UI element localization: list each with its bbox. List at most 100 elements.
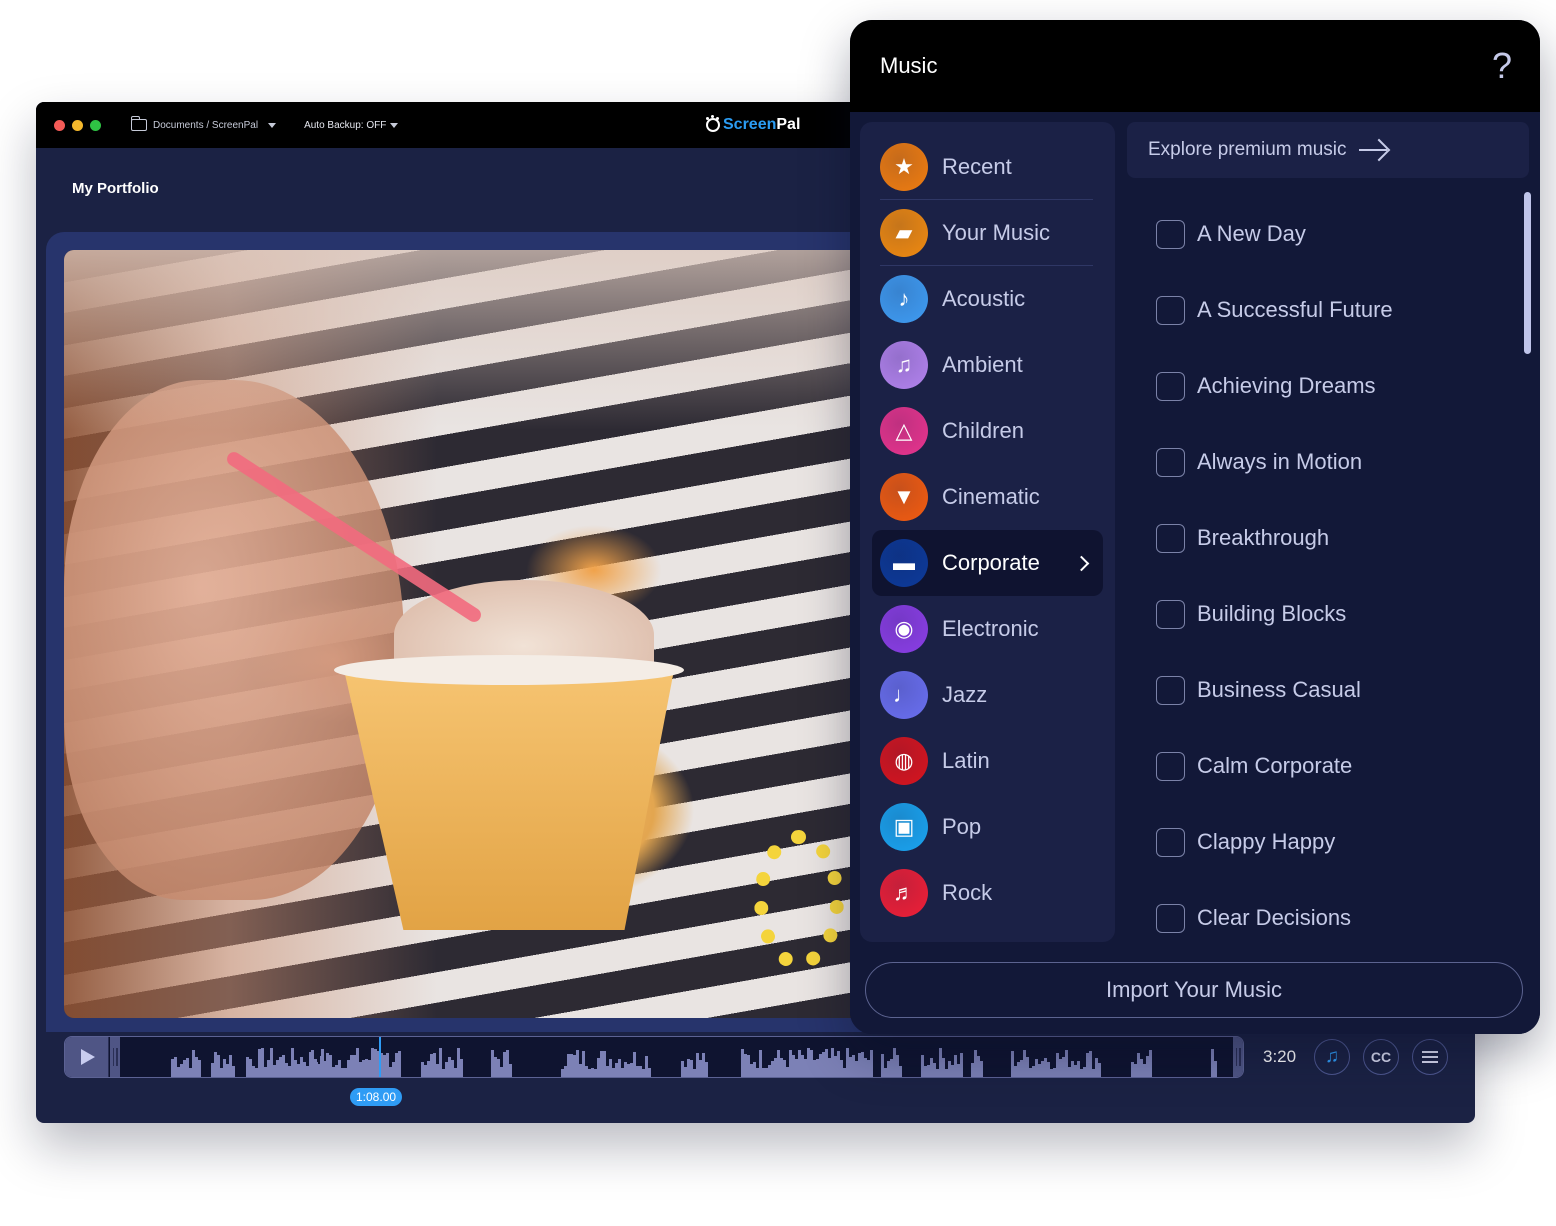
track-checkbox[interactable] (1156, 751, 1185, 781)
category-label: Your Music (942, 219, 1051, 245)
chevron-right-icon (1073, 555, 1090, 571)
category-label: Electronic (942, 616, 1039, 641)
track-checkbox[interactable] (1156, 675, 1185, 705)
logo-icon (706, 115, 720, 132)
music-note-icon: ♫ (1324, 1046, 1340, 1067)
cc-icon: CC (1370, 1049, 1392, 1065)
trim-handle-right[interactable] (1233, 1037, 1243, 1077)
captions-button[interactable]: CC (1363, 1039, 1399, 1075)
metronome-icon: △ (880, 407, 928, 455)
category-item-latin[interactable]: ◍ Latin (860, 728, 1115, 794)
music-button[interactable]: ♫ (1314, 1039, 1350, 1075)
saxophone-icon: ♩ (880, 671, 928, 719)
track-checkbox[interactable] (1156, 447, 1185, 477)
category-label: Children (942, 418, 1024, 443)
track-item[interactable]: Clappy Happy (1156, 804, 1496, 880)
stage: Documents / ScreenPal Auto Backup: OFF S… (0, 0, 1556, 1226)
track-item[interactable]: Calm Corporate (1156, 728, 1496, 804)
waveform-bar (460, 1059, 463, 1077)
waveform-bar (705, 1062, 708, 1077)
waveform-bar (398, 1051, 401, 1077)
category-item-jazz[interactable]: ♩ Jazz (860, 662, 1115, 728)
play-button[interactable] (65, 1037, 109, 1077)
location-label: Documents / ScreenPal (153, 119, 259, 131)
category-item-corporate[interactable]: ▬ Corporate (872, 530, 1103, 596)
music-panel-header: Music ? (850, 20, 1540, 112)
category-label: Corporate (942, 550, 1040, 575)
page-title: My Portfolio (72, 180, 159, 197)
window-controls (54, 119, 101, 131)
category-item-pop[interactable]: ▣ Pop (860, 794, 1115, 860)
track-checkbox[interactable] (1156, 219, 1185, 249)
explore-premium-music-link[interactable]: Explore premium music (1127, 122, 1529, 178)
track-list-scrollbar[interactable] (1524, 192, 1531, 354)
category-item-recent[interactable]: ★ Recent (880, 134, 1093, 200)
waveform-bar (1214, 1061, 1217, 1077)
track-checkbox[interactable] (1156, 523, 1185, 553)
track-item[interactable]: Achieving Dreams (1156, 348, 1496, 424)
playhead-time-badge: 1:08.00 (350, 1088, 403, 1106)
drum-icon: ◍ (880, 737, 928, 785)
track-item[interactable]: Business Casual (1156, 652, 1496, 728)
waveform-bar (648, 1068, 651, 1077)
close-window-button[interactable] (54, 119, 65, 131)
category-list: ★ Recent ▰ Your Music ♪ Acoustic ♫ Ambient △ Chil… (860, 122, 1115, 942)
category-item-cinematic[interactable]: ▼ Cinematic (860, 464, 1115, 530)
track-title: Breakthrough (1197, 525, 1330, 550)
logo-text-pal: Pal (776, 116, 801, 133)
track-item[interactable]: Always in Motion (1156, 424, 1496, 500)
waveform-bar (870, 1050, 873, 1077)
radio-icon: ▣ (880, 803, 928, 851)
track-checkbox[interactable] (1156, 295, 1185, 325)
track-checkbox[interactable] (1156, 371, 1185, 401)
category-label: Latin (942, 748, 990, 773)
track-checkbox[interactable] (1156, 599, 1185, 629)
audio-waveform (121, 1037, 1233, 1077)
category-label: Ambient (942, 352, 1023, 377)
timeline-track[interactable] (64, 1036, 1244, 1078)
auto-backup-dropdown[interactable]: Auto Backup: OFF (304, 120, 399, 131)
category-label: Cinematic (942, 484, 1040, 509)
category-item-children[interactable]: △ Children (860, 398, 1115, 464)
track-item[interactable]: Clear Decisions (1156, 880, 1496, 956)
track-item[interactable]: A New Day (1156, 196, 1496, 272)
track-checkbox[interactable] (1156, 903, 1185, 933)
waveform-bar (198, 1060, 201, 1077)
location-dropdown[interactable]: Documents / ScreenPal (130, 116, 277, 131)
help-icon[interactable]: ? (1492, 45, 1512, 87)
briefcase-icon: ▬ (880, 539, 928, 587)
category-item-ambient[interactable]: ♫ Ambient (860, 332, 1115, 398)
category-label: Jazz (942, 682, 988, 707)
track-checkbox[interactable] (1156, 827, 1185, 857)
maximize-window-button[interactable] (90, 119, 101, 131)
track-title: A New Day (1197, 221, 1306, 246)
waveform-bar (392, 1062, 395, 1077)
arrow-right-icon (1358, 148, 1387, 152)
minimize-window-button[interactable] (72, 119, 83, 131)
import-your-music-button[interactable]: Import Your Music (865, 962, 1523, 1018)
explore-label: Explore premium music (1148, 139, 1347, 160)
trim-handle-left[interactable] (110, 1037, 120, 1077)
video-preview[interactable] (64, 250, 894, 1018)
play-icon (81, 1049, 95, 1065)
track-title: Always in Motion (1197, 449, 1363, 474)
photo-cup-rim (334, 655, 684, 685)
category-item-rock[interactable]: ♬ Rock (860, 860, 1115, 926)
hamburger-icon (1422, 1051, 1438, 1063)
category-item-acoustic[interactable]: ♪ Acoustic (860, 266, 1115, 332)
track-item[interactable]: Building Blocks (1156, 576, 1496, 652)
folder-bookmark-icon: ▰ (880, 208, 928, 257)
track-item[interactable]: Breakthrough (1156, 500, 1496, 576)
menu-button[interactable] (1412, 1039, 1448, 1075)
track-item[interactable]: A Successful Future (1156, 272, 1496, 348)
category-item-your-music[interactable]: ▰ Your Music (880, 200, 1093, 266)
popcorn-icon: ▼ (880, 473, 928, 521)
waveform-bar (960, 1053, 963, 1077)
track-title: Clear Decisions (1197, 905, 1352, 930)
acoustic-guitar-icon: ♪ (880, 275, 928, 323)
turntable-icon: ◉ (880, 605, 928, 653)
playhead[interactable] (379, 1037, 381, 1077)
caret-down-icon (390, 122, 399, 128)
screenpal-logo: Screen Pal (706, 115, 801, 134)
category-item-electronic[interactable]: ◉ Electronic (860, 596, 1115, 662)
